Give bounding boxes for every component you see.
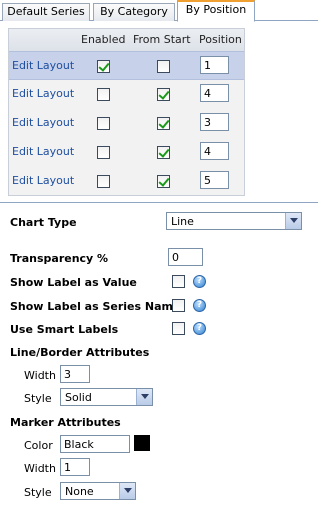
position-input[interactable] — [200, 84, 229, 102]
from-start-checkbox[interactable] — [157, 146, 170, 159]
table-row: Edit Layout — [9, 80, 244, 109]
help-icon[interactable]: ? — [193, 322, 206, 335]
from-start-checkbox[interactable] — [157, 117, 170, 130]
edit-layout-link[interactable]: Edit Layout — [12, 116, 74, 129]
tab-by-category[interactable]: By Category — [93, 3, 175, 21]
from-start-checkbox[interactable] — [157, 175, 170, 188]
tab-label: Default Series — [7, 5, 85, 18]
chevron-down-icon — [136, 389, 152, 405]
position-input[interactable] — [200, 56, 229, 74]
column-header-from-start: From Start — [133, 33, 191, 46]
transparency-input[interactable] — [168, 248, 203, 266]
help-icon[interactable]: ? — [193, 275, 206, 288]
column-header-enabled: Enabled — [81, 33, 126, 46]
table-row: Edit Layout — [9, 109, 244, 138]
enabled-checkbox[interactable] — [97, 117, 110, 130]
marker-color-input[interactable] — [60, 435, 130, 453]
enabled-checkbox[interactable] — [97, 60, 110, 73]
tab-by-position[interactable]: By Position — [177, 0, 255, 22]
line-style-select[interactable]: Solid — [60, 388, 153, 406]
column-header-position: Position — [199, 33, 242, 46]
position-input[interactable] — [200, 171, 229, 189]
show-label-series-label: Show Label as Series Name — [10, 300, 181, 313]
table-row: Edit Layout — [9, 138, 244, 167]
edit-layout-link[interactable]: Edit Layout — [12, 87, 74, 100]
tab-label: By Position — [185, 3, 247, 16]
line-style-label: Style — [24, 392, 52, 405]
position-grid: Enabled From Start Position Edit Layout … — [8, 28, 245, 196]
edit-layout-link[interactable]: Edit Layout — [12, 145, 74, 158]
chart-type-select[interactable]: Line — [166, 212, 302, 230]
marker-style-label: Style — [24, 486, 52, 499]
from-start-checkbox[interactable] — [157, 60, 170, 73]
help-icon[interactable]: ? — [193, 299, 206, 312]
position-input[interactable] — [200, 142, 229, 160]
transparency-label: Transparency % — [10, 252, 109, 265]
line-border-heading: Line/Border Attributes — [10, 346, 150, 359]
position-input[interactable] — [200, 113, 229, 131]
smart-labels-checkbox[interactable] — [172, 322, 185, 335]
line-width-label: Width — [24, 369, 56, 382]
line-style-value: Solid — [65, 391, 92, 404]
section-divider — [0, 202, 318, 203]
marker-width-label: Width — [24, 462, 56, 475]
table-row: Edit Layout — [9, 167, 244, 196]
show-label-series-checkbox[interactable] — [172, 299, 185, 312]
table-row[interactable]: Edit Layout — [9, 51, 244, 80]
smart-labels-label: Use Smart Labels — [10, 323, 119, 336]
chevron-down-icon — [285, 213, 301, 229]
color-swatch[interactable] — [134, 435, 150, 451]
tab-bar: Default Series By Category By Position — [0, 0, 318, 22]
tab-default-series[interactable]: Default Series — [2, 3, 90, 21]
tab-label: By Category — [100, 5, 168, 18]
line-width-input[interactable] — [60, 365, 90, 383]
grid-header: Enabled From Start Position — [9, 29, 244, 51]
chart-type-value: Line — [171, 215, 194, 228]
edit-layout-link[interactable]: Edit Layout — [12, 174, 74, 187]
marker-style-select[interactable]: None — [60, 482, 136, 500]
marker-heading: Marker Attributes — [10, 416, 121, 429]
marker-color-label: Color — [24, 439, 53, 452]
chart-type-label: Chart Type — [10, 216, 77, 229]
from-start-checkbox[interactable] — [157, 88, 170, 101]
show-label-value-label: Show Label as Value — [10, 276, 137, 289]
enabled-checkbox[interactable] — [97, 146, 110, 159]
edit-layout-link[interactable]: Edit Layout — [12, 59, 74, 72]
enabled-checkbox[interactable] — [97, 88, 110, 101]
chevron-down-icon — [119, 483, 135, 499]
show-label-value-checkbox[interactable] — [172, 275, 185, 288]
marker-style-value: None — [65, 485, 94, 498]
enabled-checkbox[interactable] — [97, 175, 110, 188]
marker-width-input[interactable] — [60, 458, 90, 476]
